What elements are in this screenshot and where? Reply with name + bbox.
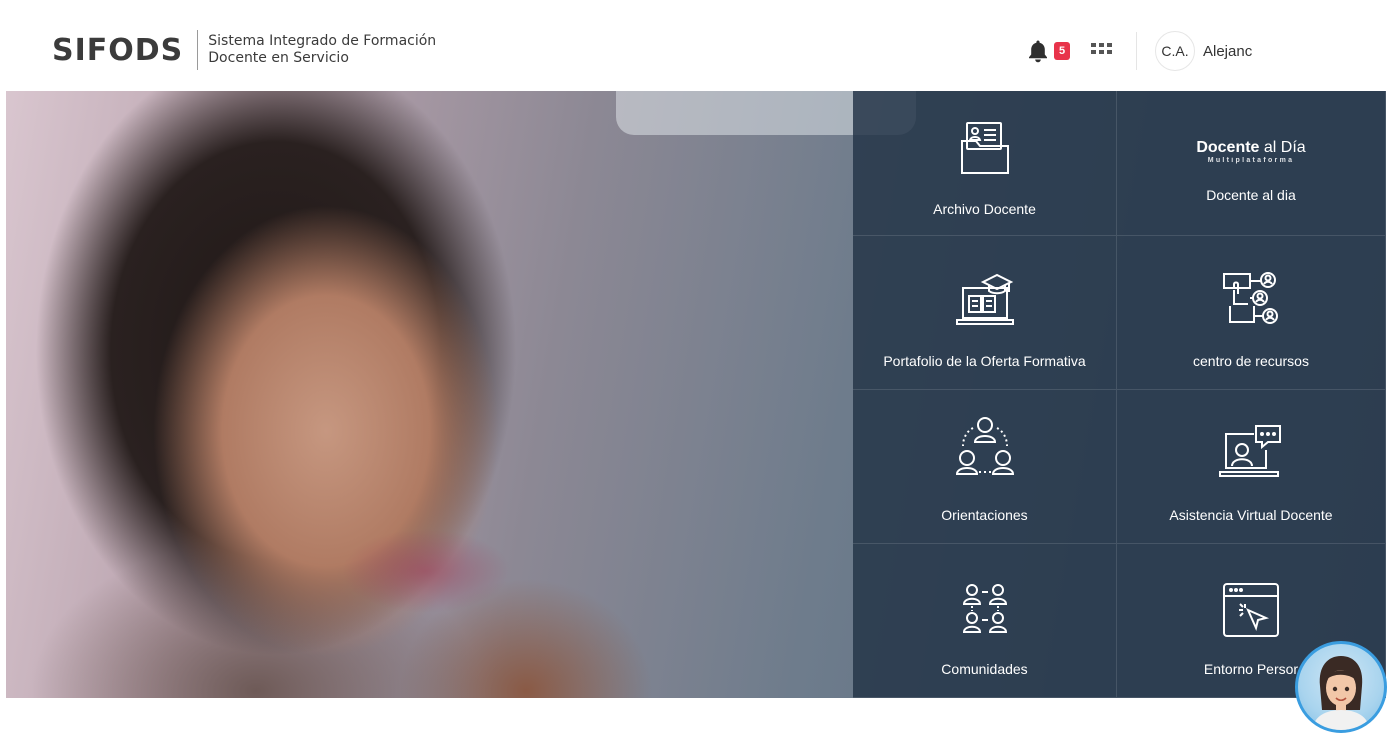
virtual-assistant-avatar[interactable]: [1295, 641, 1387, 733]
services-grid: Archivo Docente Docente al Día Multiplat…: [853, 91, 1386, 698]
tile-asistencia-virtual-docente[interactable]: Asistencia Virtual Docente: [1117, 390, 1386, 544]
logo-subtitle-line2: Docente en Servicio: [208, 50, 349, 66]
notifications-badge[interactable]: 5: [1054, 42, 1070, 60]
tile-label: Orientaciones: [941, 507, 1028, 523]
tile-orientaciones[interactable]: Orientaciones: [853, 390, 1117, 544]
apps-grid-icon[interactable]: [1090, 39, 1114, 63]
logo-subtitle: Sistema Integrado de Formación Docente e…: [208, 33, 436, 67]
group-orientation-icon: [953, 414, 1017, 482]
docente-al-dia-logo: Docente al Día Multiplataforma: [1196, 139, 1305, 164]
user-avatar[interactable]: C.A.: [1155, 31, 1195, 71]
tile-label: Portafolio de la Oferta Formativa: [883, 353, 1086, 369]
logo-bold: Docente: [1196, 139, 1260, 156]
notifications-bell-icon[interactable]: [1024, 37, 1052, 65]
hero-banner: Archivo Docente Docente al Día Multiplat…: [6, 91, 1386, 698]
folder-id-card-icon: [959, 121, 1011, 177]
network-users-icon: [1220, 268, 1282, 330]
header-actions: 5 C.A. Alejanc: [1024, 31, 1255, 71]
sifods-logo[interactable]: SIFODS Sistema Integrado de Formación Do…: [52, 30, 436, 70]
user-name[interactable]: Alejanc: [1203, 43, 1255, 60]
laptop-graduation-icon: [953, 270, 1017, 328]
header-divider: [1136, 32, 1137, 70]
logo-rest: al Día: [1259, 139, 1306, 156]
logo-divider: [197, 30, 199, 70]
virtual-assistance-icon: [1218, 424, 1284, 486]
logo-subtitle-line1: Sistema Integrado de Formación: [208, 33, 437, 49]
tile-docente-al-dia[interactable]: Docente al Día Multiplataforma Docente a…: [1117, 91, 1386, 236]
tile-label: Asistencia Virtual Docente: [1169, 507, 1333, 523]
top-header: SIFODS Sistema Integrado de Formación Do…: [0, 0, 1391, 92]
community-icon: [960, 582, 1010, 640]
tile-portafolio-oferta-formativa[interactable]: Portafolio de la Oferta Formativa: [853, 236, 1117, 390]
tile-archivo-docente[interactable]: Archivo Docente: [853, 91, 1117, 236]
tile-centro-de-recursos[interactable]: centro de recursos: [1117, 236, 1386, 390]
logo-text: SIFODS: [52, 32, 184, 68]
tile-label: Comunidades: [941, 661, 1028, 677]
browser-click-icon: [1220, 582, 1282, 640]
tile-label: Archivo Docente: [933, 201, 1036, 217]
tile-comunidades[interactable]: Comunidades: [853, 544, 1117, 698]
tile-label: Docente al dia: [1206, 187, 1296, 203]
tile-label: centro de recursos: [1193, 353, 1309, 369]
logo-sub: Multiplataforma: [1207, 157, 1295, 164]
